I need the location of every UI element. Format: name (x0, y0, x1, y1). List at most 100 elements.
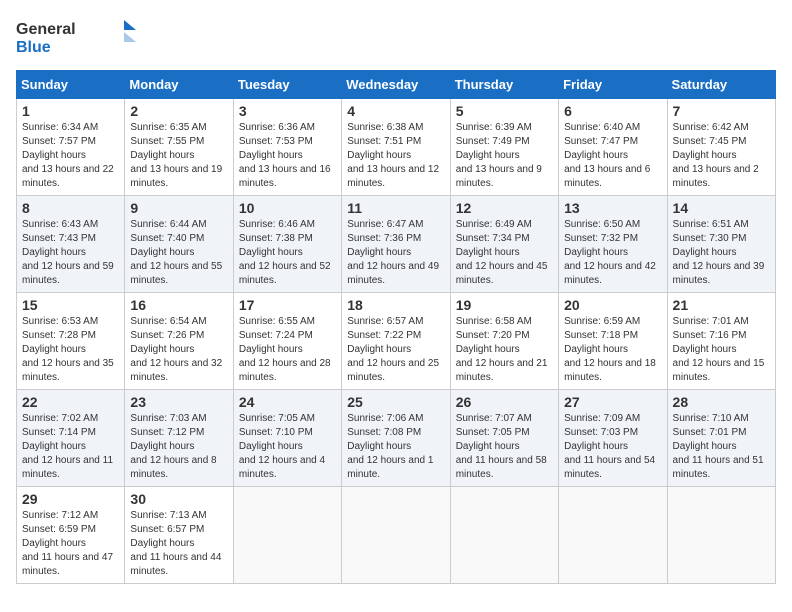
calendar-cell: 9 Sunrise: 6:44 AMSunset: 7:40 PMDayligh… (125, 196, 233, 293)
calendar-cell: 23 Sunrise: 7:03 AMSunset: 7:12 PMDaylig… (125, 390, 233, 487)
day-info: Sunrise: 6:54 AMSunset: 7:26 PMDaylight … (130, 316, 222, 383)
col-header-wednesday: Wednesday (342, 71, 450, 99)
day-number: 8 (22, 200, 119, 216)
day-info: Sunrise: 6:51 AMSunset: 7:30 PMDaylight … (673, 219, 765, 286)
day-info: Sunrise: 7:12 AMSunset: 6:59 PMDaylight … (22, 510, 113, 577)
day-info: Sunrise: 6:57 AMSunset: 7:22 PMDaylight … (347, 316, 439, 383)
day-info: Sunrise: 7:09 AMSunset: 7:03 PMDaylight … (564, 413, 655, 480)
calendar-cell: 10 Sunrise: 6:46 AMSunset: 7:38 PMDaylig… (233, 196, 341, 293)
col-header-monday: Monday (125, 71, 233, 99)
day-info: Sunrise: 6:55 AMSunset: 7:24 PMDaylight … (239, 316, 331, 383)
calendar-cell: 21 Sunrise: 7:01 AMSunset: 7:16 PMDaylig… (667, 293, 775, 390)
calendar-cell: 14 Sunrise: 6:51 AMSunset: 7:30 PMDaylig… (667, 196, 775, 293)
calendar-cell: 17 Sunrise: 6:55 AMSunset: 7:24 PMDaylig… (233, 293, 341, 390)
calendar-cell: 7 Sunrise: 6:42 AMSunset: 7:45 PMDayligh… (667, 99, 775, 196)
calendar-cell: 4 Sunrise: 6:38 AMSunset: 7:51 PMDayligh… (342, 99, 450, 196)
day-number: 22 (22, 394, 119, 410)
day-info: Sunrise: 6:42 AMSunset: 7:45 PMDaylight … (673, 122, 759, 189)
day-info: Sunrise: 6:34 AMSunset: 7:57 PMDaylight … (22, 122, 114, 189)
day-number: 13 (564, 200, 661, 216)
calendar-cell: 19 Sunrise: 6:58 AMSunset: 7:20 PMDaylig… (450, 293, 558, 390)
day-info: Sunrise: 6:47 AMSunset: 7:36 PMDaylight … (347, 219, 439, 286)
calendar-cell: 12 Sunrise: 6:49 AMSunset: 7:34 PMDaylig… (450, 196, 558, 293)
day-number: 19 (456, 297, 553, 313)
calendar-cell (667, 487, 775, 584)
calendar-cell: 5 Sunrise: 6:39 AMSunset: 7:49 PMDayligh… (450, 99, 558, 196)
day-number: 9 (130, 200, 227, 216)
day-info: Sunrise: 6:44 AMSunset: 7:40 PMDaylight … (130, 219, 222, 286)
day-info: Sunrise: 7:05 AMSunset: 7:10 PMDaylight … (239, 413, 325, 480)
day-number: 1 (22, 103, 119, 119)
day-info: Sunrise: 6:38 AMSunset: 7:51 PMDaylight … (347, 122, 439, 189)
calendar-cell: 11 Sunrise: 6:47 AMSunset: 7:36 PMDaylig… (342, 196, 450, 293)
calendar-cell: 13 Sunrise: 6:50 AMSunset: 7:32 PMDaylig… (559, 196, 667, 293)
day-number: 15 (22, 297, 119, 313)
calendar-cell: 26 Sunrise: 7:07 AMSunset: 7:05 PMDaylig… (450, 390, 558, 487)
calendar-cell: 6 Sunrise: 6:40 AMSunset: 7:47 PMDayligh… (559, 99, 667, 196)
day-number: 16 (130, 297, 227, 313)
calendar-table: SundayMondayTuesdayWednesdayThursdayFrid… (16, 70, 776, 584)
day-number: 7 (673, 103, 770, 119)
day-info: Sunrise: 6:35 AMSunset: 7:55 PMDaylight … (130, 122, 222, 189)
day-info: Sunrise: 6:43 AMSunset: 7:43 PMDaylight … (22, 219, 114, 286)
logo-wrap: General Blue (16, 16, 136, 60)
day-info: Sunrise: 7:13 AMSunset: 6:57 PMDaylight … (130, 510, 221, 577)
calendar-cell (559, 487, 667, 584)
calendar-cell: 2 Sunrise: 6:35 AMSunset: 7:55 PMDayligh… (125, 99, 233, 196)
day-number: 25 (347, 394, 444, 410)
day-number: 26 (456, 394, 553, 410)
day-info: Sunrise: 6:39 AMSunset: 7:49 PMDaylight … (456, 122, 542, 189)
day-number: 24 (239, 394, 336, 410)
day-number: 23 (130, 394, 227, 410)
calendar-cell: 3 Sunrise: 6:36 AMSunset: 7:53 PMDayligh… (233, 99, 341, 196)
col-header-thursday: Thursday (450, 71, 558, 99)
day-info: Sunrise: 7:01 AMSunset: 7:16 PMDaylight … (673, 316, 765, 383)
day-number: 3 (239, 103, 336, 119)
calendar-cell (233, 487, 341, 584)
calendar-cell: 22 Sunrise: 7:02 AMSunset: 7:14 PMDaylig… (17, 390, 125, 487)
day-number: 6 (564, 103, 661, 119)
calendar-cell: 18 Sunrise: 6:57 AMSunset: 7:22 PMDaylig… (342, 293, 450, 390)
logo: General Blue (16, 16, 136, 60)
day-number: 21 (673, 297, 770, 313)
svg-text:Blue: Blue (16, 39, 51, 56)
day-number: 27 (564, 394, 661, 410)
day-info: Sunrise: 6:58 AMSunset: 7:20 PMDaylight … (456, 316, 548, 383)
col-header-saturday: Saturday (667, 71, 775, 99)
calendar-cell (342, 487, 450, 584)
day-number: 4 (347, 103, 444, 119)
day-number: 12 (456, 200, 553, 216)
calendar-cell: 15 Sunrise: 6:53 AMSunset: 7:28 PMDaylig… (17, 293, 125, 390)
calendar-cell: 16 Sunrise: 6:54 AMSunset: 7:26 PMDaylig… (125, 293, 233, 390)
day-info: Sunrise: 6:36 AMSunset: 7:53 PMDaylight … (239, 122, 331, 189)
day-info: Sunrise: 6:59 AMSunset: 7:18 PMDaylight … (564, 316, 656, 383)
day-number: 10 (239, 200, 336, 216)
day-number: 5 (456, 103, 553, 119)
day-info: Sunrise: 7:03 AMSunset: 7:12 PMDaylight … (130, 413, 216, 480)
day-number: 14 (673, 200, 770, 216)
day-info: Sunrise: 7:10 AMSunset: 7:01 PMDaylight … (673, 413, 764, 480)
calendar-cell: 28 Sunrise: 7:10 AMSunset: 7:01 PMDaylig… (667, 390, 775, 487)
day-info: Sunrise: 6:49 AMSunset: 7:34 PMDaylight … (456, 219, 548, 286)
calendar-cell: 27 Sunrise: 7:09 AMSunset: 7:03 PMDaylig… (559, 390, 667, 487)
day-info: Sunrise: 7:06 AMSunset: 7:08 PMDaylight … (347, 413, 433, 480)
logo-svg: General Blue (16, 16, 136, 60)
calendar-cell: 29 Sunrise: 7:12 AMSunset: 6:59 PMDaylig… (17, 487, 125, 584)
calendar-cell: 1 Sunrise: 6:34 AMSunset: 7:57 PMDayligh… (17, 99, 125, 196)
calendar-cell: 20 Sunrise: 6:59 AMSunset: 7:18 PMDaylig… (559, 293, 667, 390)
col-header-friday: Friday (559, 71, 667, 99)
day-info: Sunrise: 6:46 AMSunset: 7:38 PMDaylight … (239, 219, 331, 286)
day-number: 20 (564, 297, 661, 313)
day-info: Sunrise: 6:53 AMSunset: 7:28 PMDaylight … (22, 316, 114, 383)
day-number: 29 (22, 491, 119, 507)
calendar-cell: 24 Sunrise: 7:05 AMSunset: 7:10 PMDaylig… (233, 390, 341, 487)
calendar-cell: 8 Sunrise: 6:43 AMSunset: 7:43 PMDayligh… (17, 196, 125, 293)
day-info: Sunrise: 7:02 AMSunset: 7:14 PMDaylight … (22, 413, 113, 480)
day-info: Sunrise: 6:50 AMSunset: 7:32 PMDaylight … (564, 219, 656, 286)
day-number: 18 (347, 297, 444, 313)
day-number: 28 (673, 394, 770, 410)
day-number: 2 (130, 103, 227, 119)
day-number: 11 (347, 200, 444, 216)
calendar-cell: 25 Sunrise: 7:06 AMSunset: 7:08 PMDaylig… (342, 390, 450, 487)
day-info: Sunrise: 6:40 AMSunset: 7:47 PMDaylight … (564, 122, 650, 189)
